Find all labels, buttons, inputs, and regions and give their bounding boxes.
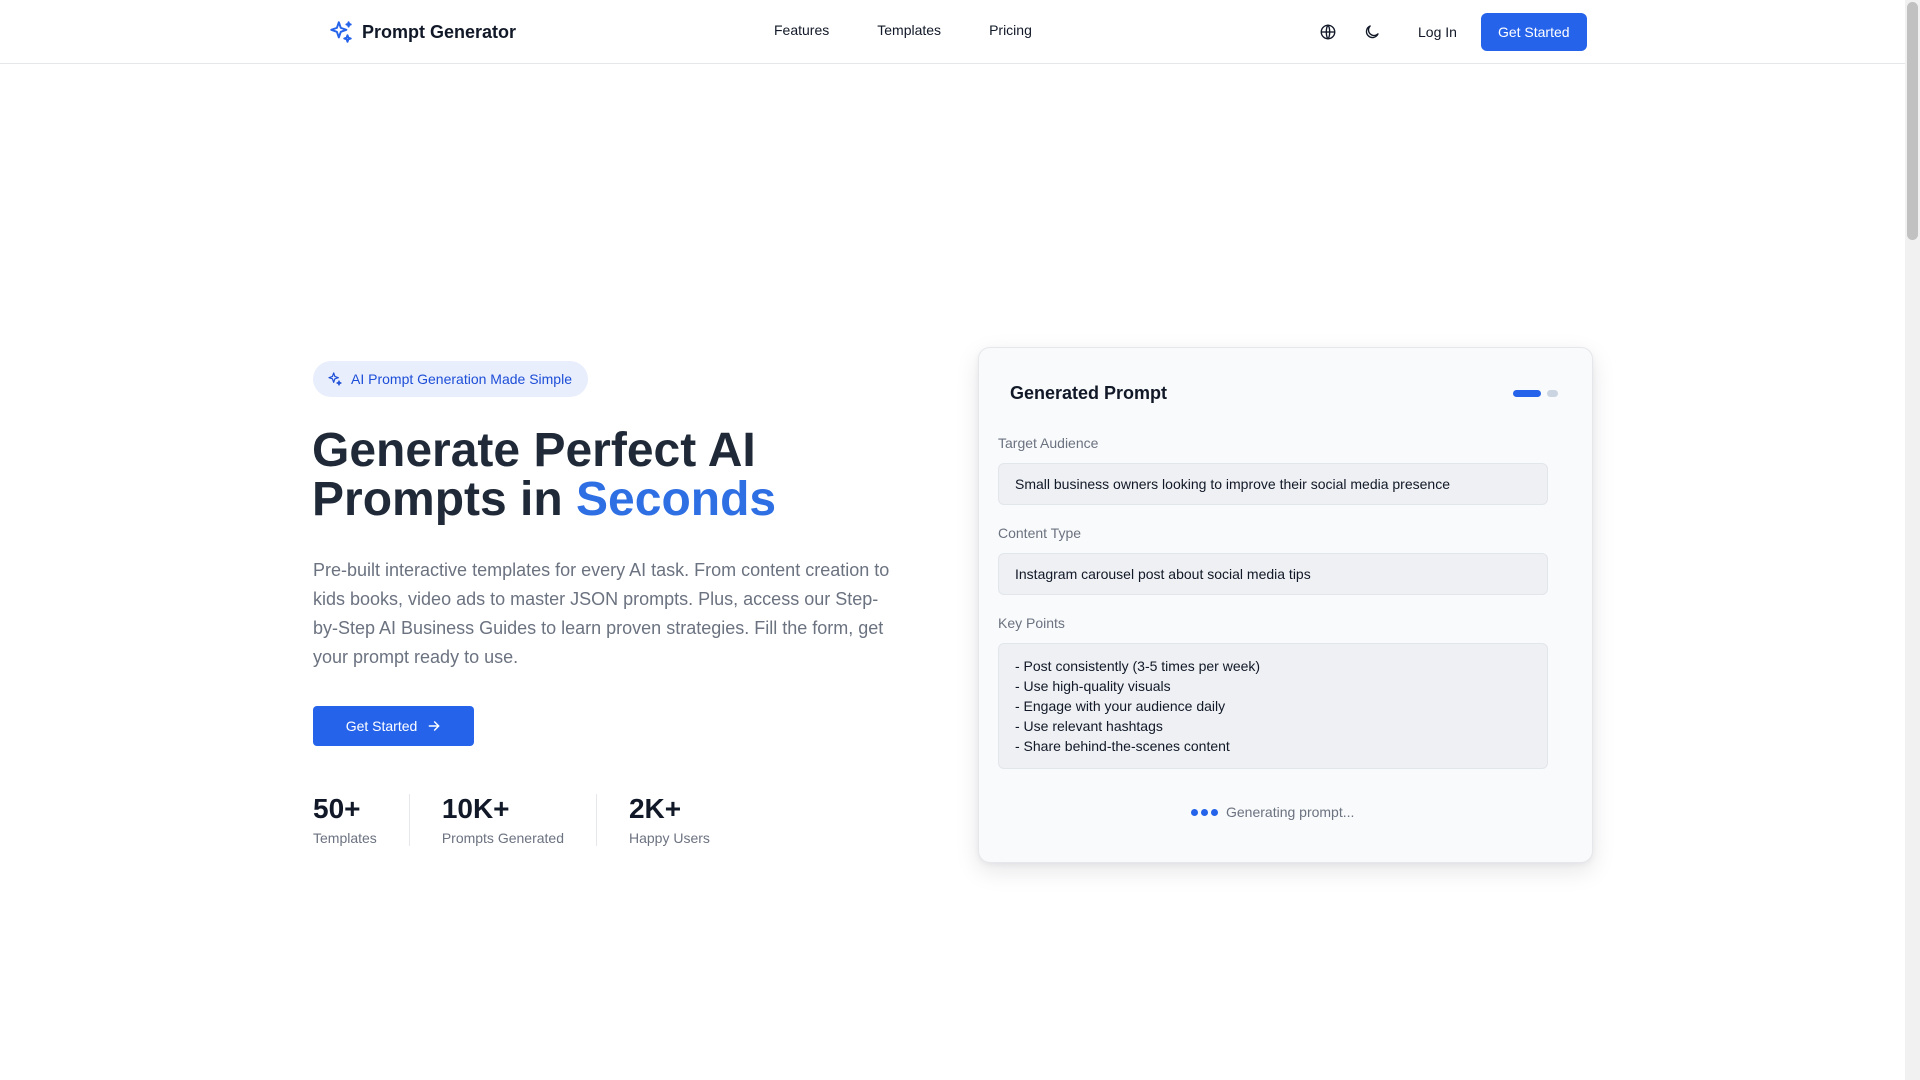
moon-icon <box>1365 25 1379 39</box>
hero-title: Generate Perfect AI Prompts in Seconds <box>312 426 952 524</box>
hero-badge: AI Prompt Generation Made Simple <box>313 361 588 397</box>
target-audience-field[interactable]: Small business owners looking to improve… <box>998 463 1548 505</box>
page-scrollbar[interactable] <box>1905 0 1920 1080</box>
site-header: Prompt Generator Features Templates Pric… <box>0 0 1905 64</box>
nav-link-templates[interactable]: Templates <box>877 22 941 38</box>
key-points-label: Key Points <box>998 615 1065 631</box>
arrow-right-icon <box>428 721 440 731</box>
stat-label: Prompts Generated <box>441 830 564 846</box>
nav-link-features[interactable]: Features <box>774 22 829 38</box>
header-actions: Log In Get Started <box>1310 12 1587 52</box>
content-type-field[interactable]: Instagram carousel post about social med… <box>998 553 1548 595</box>
hero-title-highlight: Seconds <box>576 473 777 526</box>
main-nav: Features Templates Pricing <box>774 22 1032 38</box>
stat-value: 2K+ <box>628 793 682 824</box>
hero-cta-label: Get Started <box>345 718 418 734</box>
theme-toggle-button[interactable] <box>1354 14 1390 50</box>
key-points-field[interactable]: - Post consistently (3-5 times per week)… <box>998 643 1548 769</box>
nav-link-pricing[interactable]: Pricing <box>989 22 1032 38</box>
card-title: Generated Prompt <box>1010 383 1168 403</box>
generating-status: Generating prompt... <box>1191 804 1354 820</box>
sparkles-icon <box>328 372 342 386</box>
header-get-started-button[interactable]: Get Started <box>1480 13 1587 51</box>
logo[interactable]: Prompt Generator <box>328 18 516 46</box>
key-point-item: - Share behind-the-scenes content <box>1015 738 1230 754</box>
stat-templates: 50+ Templates <box>313 794 410 846</box>
stat-value: 50+ <box>313 793 361 824</box>
generated-prompt-card: Generated Prompt Target Audience Small b… <box>978 347 1593 863</box>
sparkles-icon <box>330 21 352 43</box>
key-point-item: - Use relevant hashtags <box>1015 718 1163 734</box>
hero-description: Pre-built interactive templates for ever… <box>313 560 890 667</box>
globe-icon <box>1320 24 1336 40</box>
hero-stats: 50+ Templates 10K+ Prompts Generated 2K+… <box>313 794 774 846</box>
language-button[interactable] <box>1310 14 1346 50</box>
badge-text: AI Prompt Generation Made Simple <box>351 371 572 387</box>
stat-prompts-generated: 10K+ Prompts Generated <box>442 794 597 846</box>
key-point-item: - Use high-quality visuals <box>1015 678 1171 694</box>
target-audience-label: Target Audience <box>998 435 1099 451</box>
hero-get-started-button[interactable]: Get Started <box>313 706 474 746</box>
stat-label: Templates <box>313 830 377 846</box>
carousel-dot[interactable] <box>1547 390 1558 397</box>
logo-text: Prompt Generator <box>362 21 517 42</box>
generating-text: Generating prompt... <box>1226 804 1355 820</box>
login-button[interactable]: Log In <box>1398 14 1477 50</box>
key-point-item: - Engage with your audience daily <box>1015 698 1226 714</box>
scrollbar-thumb[interactable] <box>1907 2 1918 240</box>
stat-label: Happy Users <box>628 830 710 846</box>
content-type-label: Content Type <box>998 525 1082 541</box>
loading-dots-icon <box>1191 808 1218 816</box>
carousel-dot-active[interactable] <box>1513 390 1541 397</box>
hero-title-line1: Generate Perfect AI <box>312 424 756 477</box>
carousel-indicator <box>1513 390 1558 397</box>
key-point-item: - Post consistently (3-5 times per week) <box>1015 658 1261 674</box>
hero-title-line2: Prompts in <box>312 473 577 526</box>
stat-happy-users: 2K+ Happy Users <box>628 793 742 847</box>
stat-value: 10K+ <box>441 793 510 824</box>
